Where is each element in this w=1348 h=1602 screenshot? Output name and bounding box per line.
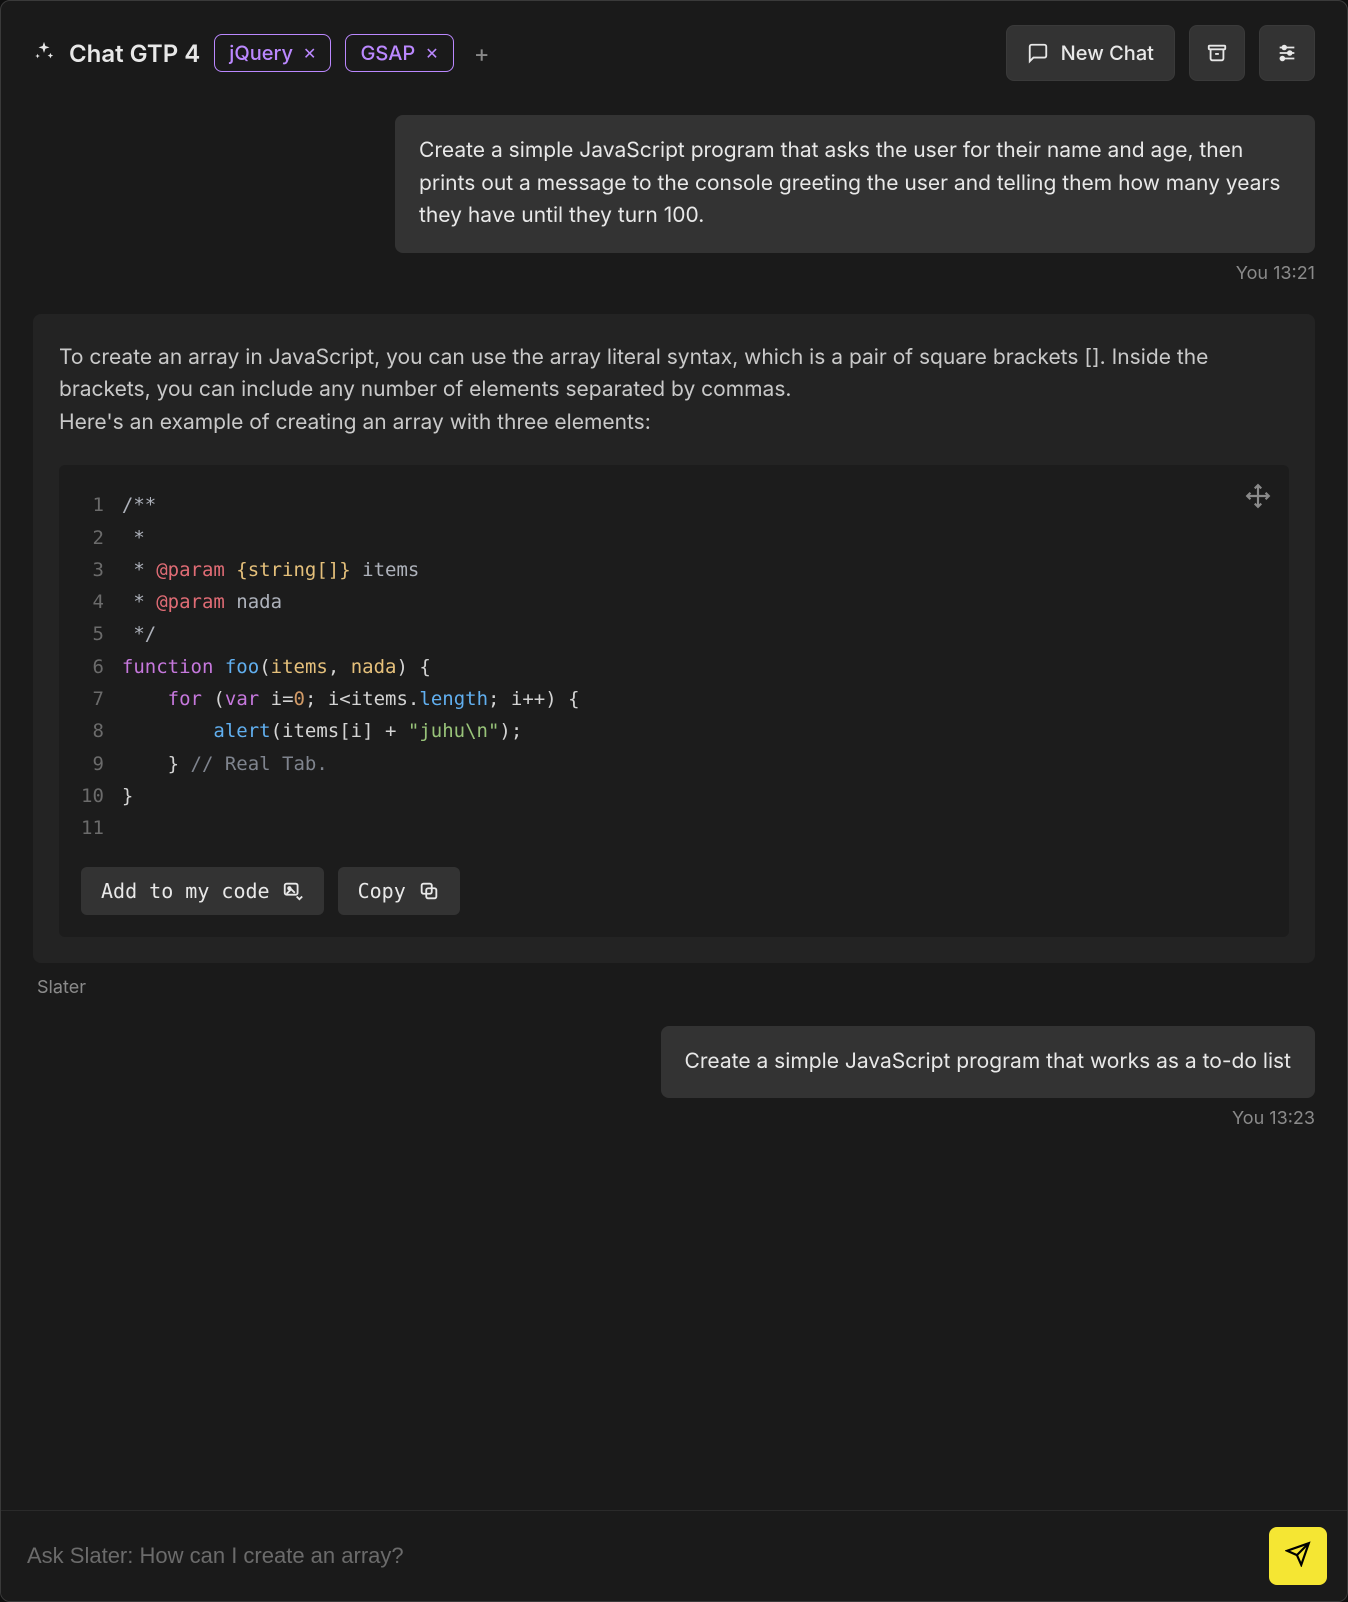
send-button[interactable] xyxy=(1269,1527,1327,1585)
chip-gsap[interactable]: GSAP ✕ xyxy=(345,34,453,72)
copy-button[interactable]: Copy xyxy=(338,867,460,915)
chat-icon xyxy=(1027,42,1049,64)
user-bubble: Create a simple JavaScript program that … xyxy=(661,1026,1315,1099)
user-bubble: Create a simple JavaScript program that … xyxy=(395,115,1315,253)
top-bar-left: Chat GTP 4 jQuery ✕ GSAP ✕ + xyxy=(33,34,496,72)
new-chat-label: New Chat xyxy=(1061,41,1154,65)
sparkle-icon xyxy=(33,40,55,67)
add-to-code-button[interactable]: Add to my code xyxy=(81,867,324,915)
chip-label: jQuery xyxy=(229,41,293,65)
message-meta: You 13:23 xyxy=(1232,1108,1315,1129)
close-icon[interactable]: ✕ xyxy=(303,45,316,61)
close-icon[interactable]: ✕ xyxy=(425,45,438,61)
archive-button[interactable] xyxy=(1189,25,1245,81)
top-bar: Chat GTP 4 jQuery ✕ GSAP ✕ + New Chat xyxy=(1,1,1347,105)
settings-button[interactable] xyxy=(1259,25,1315,81)
add-to-code-label: Add to my code xyxy=(101,879,270,903)
code-lines: /** * * @param {string[]} items * @param… xyxy=(122,489,580,844)
message-meta: You 13:21 xyxy=(1236,263,1315,284)
top-bar-right: New Chat xyxy=(1006,25,1315,81)
copy-label: Copy xyxy=(358,879,406,903)
send-icon xyxy=(1285,1541,1311,1572)
chat-window: Chat GTP 4 jQuery ✕ GSAP ✕ + New Chat xyxy=(0,0,1348,1602)
sliders-icon xyxy=(1276,42,1298,64)
code-actions: Add to my code Copy xyxy=(81,867,1267,915)
chip-label: GSAP xyxy=(360,41,415,65)
archive-icon xyxy=(1206,42,1228,64)
user-message: Create a simple JavaScript program that … xyxy=(33,1026,1315,1130)
chat-input[interactable] xyxy=(21,1529,1255,1583)
code-content: 1 2 3 4 5 6 7 8 9 10 11 /** * * @param {… xyxy=(81,489,1267,844)
expand-icon[interactable] xyxy=(1245,483,1271,509)
code-gutter: 1 2 3 4 5 6 7 8 9 10 11 xyxy=(81,489,104,844)
assistant-text: To create an array in JavaScript, you ca… xyxy=(59,342,1289,440)
chat-body[interactable]: Create a simple JavaScript program that … xyxy=(1,105,1347,1510)
copy-icon xyxy=(418,880,440,902)
chip-jquery[interactable]: jQuery ✕ xyxy=(214,34,331,72)
assistant-message: To create an array in JavaScript, you ca… xyxy=(33,314,1315,963)
app-title: Chat GTP 4 xyxy=(69,39,200,68)
add-chip-button[interactable]: + xyxy=(468,39,496,67)
assistant-paragraph: Here's an example of creating an array w… xyxy=(59,410,651,435)
code-block: 1 2 3 4 5 6 7 8 9 10 11 /** * * @param {… xyxy=(59,465,1289,936)
input-bar xyxy=(1,1510,1347,1601)
new-chat-button[interactable]: New Chat xyxy=(1006,25,1175,81)
assistant-paragraph: To create an array in JavaScript, you ca… xyxy=(59,345,1208,403)
user-message: Create a simple JavaScript program that … xyxy=(33,115,1315,284)
image-code-icon xyxy=(282,880,304,902)
assistant-meta: Slater xyxy=(37,977,1315,998)
